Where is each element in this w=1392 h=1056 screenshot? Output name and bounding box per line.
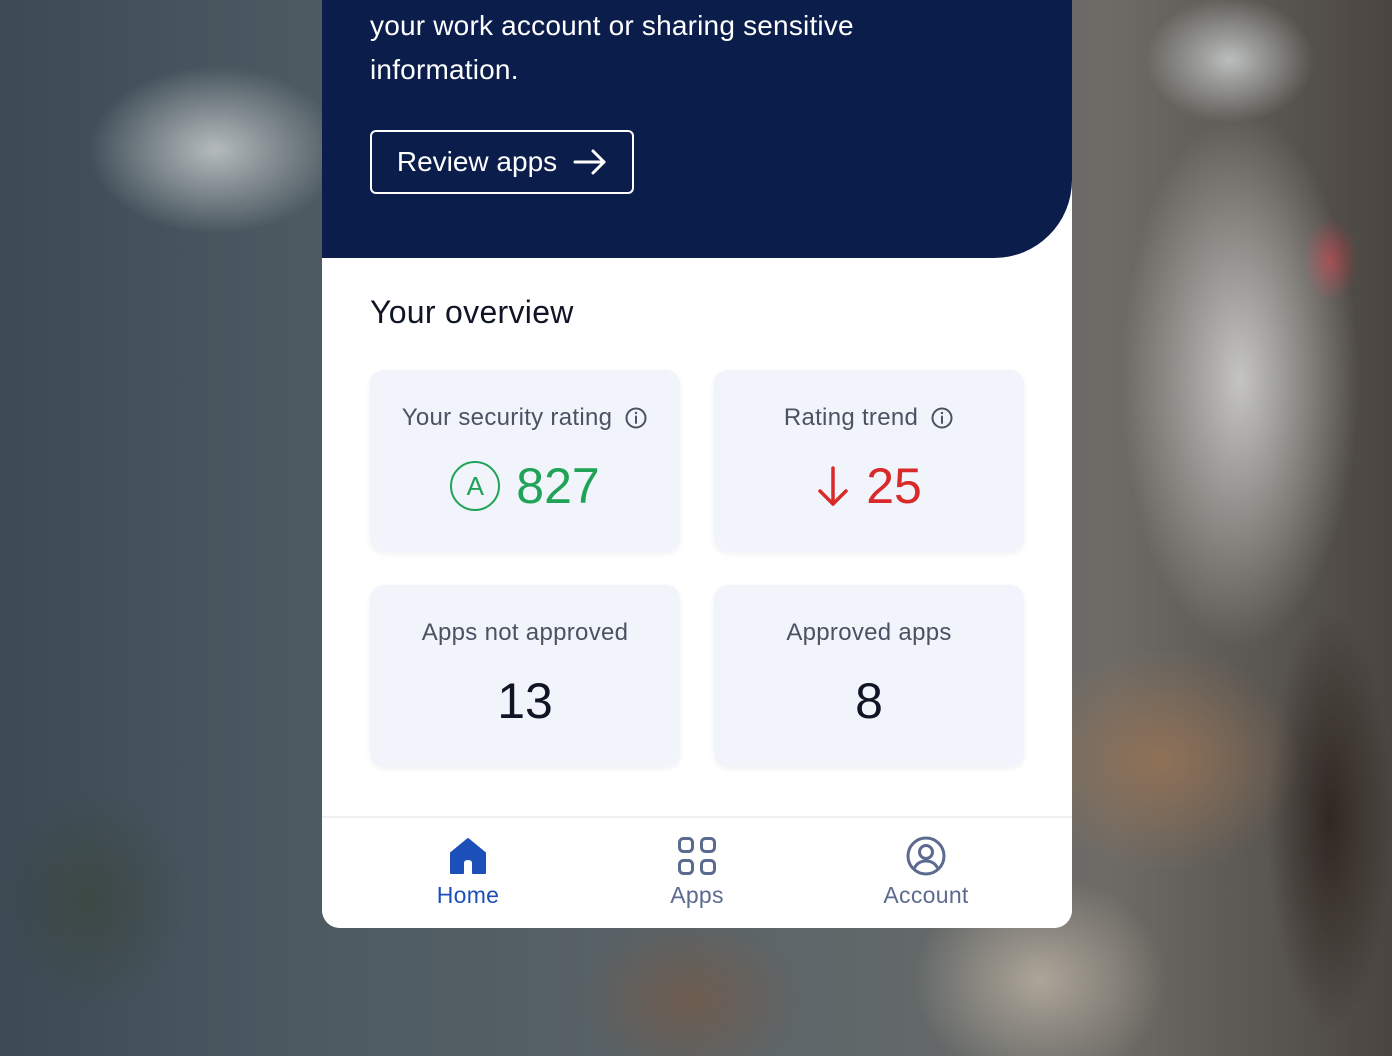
rating-trend-value: 25 xyxy=(866,458,922,514)
hero-message: your work account or sharing sensitive i… xyxy=(370,4,970,92)
app-screen: your work account or sharing sensitive i… xyxy=(322,0,1072,928)
nav-label-apps: Apps xyxy=(670,882,724,908)
security-rating-card[interactable]: Your security rating A 827 xyxy=(370,370,680,552)
arrow-right-icon xyxy=(573,149,606,175)
approved-apps-card[interactable]: Approved apps 8 xyxy=(714,585,1024,767)
nav-item-apps[interactable]: Apps xyxy=(617,836,777,916)
rating-trend-label: Rating trend xyxy=(783,404,919,431)
apps-not-approved-value: 13 xyxy=(497,673,553,729)
security-rating-value: 827 xyxy=(516,458,600,514)
hero-message-line-2: information. xyxy=(370,54,519,85)
apps-not-approved-card[interactable]: Apps not approved 13 xyxy=(370,585,680,767)
nav-item-home[interactable]: Home xyxy=(388,836,548,916)
approved-apps-value: 8 xyxy=(855,673,883,729)
review-apps-label: Review apps xyxy=(396,146,558,177)
info-icon[interactable] xyxy=(624,406,648,430)
nav-label-account: Account xyxy=(883,882,969,908)
account-icon xyxy=(906,836,946,876)
rating-trend-card[interactable]: Rating trend 25 xyxy=(714,370,1024,552)
arrow-down-icon xyxy=(818,466,848,506)
overview-title: Your overview xyxy=(370,294,574,330)
hero-message-line-1: your work account or sharing sensitive xyxy=(370,10,854,41)
review-apps-button[interactable]: Review apps xyxy=(370,130,634,194)
nav-item-account[interactable]: Account xyxy=(846,836,1006,916)
grade-badge: A xyxy=(450,461,501,511)
info-icon[interactable] xyxy=(930,406,954,430)
home-icon xyxy=(450,838,486,874)
bottom-navigation: Home Apps Account xyxy=(322,816,1072,928)
apps-grid-icon xyxy=(678,837,716,875)
apps-not-approved-label: Apps not approved xyxy=(421,619,629,646)
approved-apps-label: Approved apps xyxy=(786,619,952,646)
security-rating-label: Your security rating xyxy=(401,404,613,431)
hero-banner: your work account or sharing sensitive i… xyxy=(322,0,1072,258)
nav-label-home: Home xyxy=(436,882,500,908)
